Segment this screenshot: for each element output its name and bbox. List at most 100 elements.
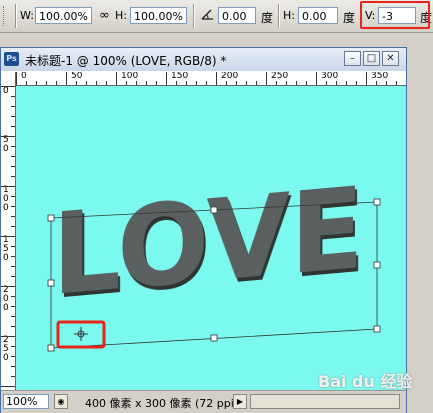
ruler-tick <box>26 81 27 85</box>
angle-unit: 度 <box>261 11 274 25</box>
ruler-tick <box>76 81 77 85</box>
document-title: 未标题-1 @ 100% (LOVE, RGB/8) * <box>25 54 227 68</box>
document-size-info: 400 像素 x 300 像素 (72 ppi) <box>85 397 239 410</box>
options-bar: W: 100.00% ∞ H: 100.00% 0.00 度 H: 0.00 度… <box>0 0 433 33</box>
maximize-button[interactable]: □ <box>363 51 380 66</box>
horizontal-scrollbar[interactable] <box>250 394 400 409</box>
ruler-tick <box>46 81 47 85</box>
minimize-button[interactable]: – <box>344 51 361 66</box>
love-text-layer[interactable]: LOVE <box>52 164 364 321</box>
ruler-tick <box>366 72 367 85</box>
ruler-tick <box>11 226 15 227</box>
divider <box>193 4 194 28</box>
ruler-tick <box>1 236 15 237</box>
ruler-tick <box>11 156 15 157</box>
ruler-tick <box>276 81 277 85</box>
ruler-tick <box>226 81 227 85</box>
ruler-label: 5 0 <box>3 135 9 154</box>
ruler-label: 0 <box>21 72 27 81</box>
ruler-tick <box>11 216 15 217</box>
width-field[interactable]: 100.00% <box>35 7 92 24</box>
document-window: Ps 未标题-1 @ 100% (LOVE, RGB/8) * – □ ✕ 0 … <box>0 47 407 413</box>
ruler-tick <box>156 81 157 85</box>
canvas-artwork: LOVE <box>47 164 381 352</box>
ruler-tick <box>11 356 15 357</box>
transform-handle[interactable] <box>373 198 381 206</box>
ruler-tick <box>1 86 15 87</box>
horizontal-ruler[interactable]: 0 50 100 150 200 250 300 350 <box>15 72 406 86</box>
ruler-tick <box>1 336 15 337</box>
ruler-tick <box>286 81 287 85</box>
ruler-tick <box>36 81 37 85</box>
angle-icon <box>201 8 214 23</box>
ruler-tick <box>266 72 267 85</box>
transform-handle[interactable] <box>47 214 55 222</box>
ruler-tick <box>11 276 15 277</box>
status-arrow-icon[interactable]: ▶ <box>233 394 247 409</box>
ruler-tick <box>216 72 217 85</box>
toolbar-grip[interactable] <box>3 6 7 26</box>
reference-point-icon[interactable] <box>74 327 88 341</box>
ruler-tick <box>246 81 247 85</box>
ruler-tick <box>336 81 337 85</box>
ruler-tick <box>11 246 15 247</box>
ruler-tick <box>11 176 15 177</box>
ruler-tick <box>196 81 197 85</box>
ruler-tick <box>11 196 15 197</box>
divider <box>278 4 279 28</box>
ruler-label: 200 <box>221 72 239 81</box>
height-field[interactable]: 100.00% <box>130 7 187 24</box>
transform-handle[interactable] <box>210 334 218 342</box>
h-skew-label: H: <box>283 9 295 22</box>
transform-handle[interactable] <box>47 279 55 287</box>
ruler-tick <box>11 266 15 267</box>
zoom-field[interactable]: 100% <box>3 394 49 409</box>
status-menu-icon[interactable]: ◉ <box>54 394 68 409</box>
ruler-tick <box>186 81 187 85</box>
ruler-label: 100 <box>121 72 139 81</box>
ruler-label: 2 0 0 <box>3 285 9 313</box>
ruler-tick <box>11 116 15 117</box>
v-skew-highlight <box>360 1 430 29</box>
ruler-tick <box>386 81 387 85</box>
ruler-tick <box>96 81 97 85</box>
vertical-ruler[interactable]: 0 5 0 1 0 0 1 5 0 2 0 0 2 5 0 <box>1 72 16 390</box>
rotate-angle-field[interactable]: 0.00 <box>218 7 256 24</box>
document-title-bar[interactable]: Ps 未标题-1 @ 100% (LOVE, RGB/8) * – □ ✕ <box>1 48 406 71</box>
ruler-tick <box>11 166 15 167</box>
transform-handle[interactable] <box>47 344 55 352</box>
close-button[interactable]: ✕ <box>382 51 399 66</box>
ruler-tick <box>1 136 15 137</box>
canvas[interactable]: LOVE <box>16 86 406 390</box>
ruler-label: 50 <box>71 72 83 81</box>
h-skew-field[interactable]: 0.00 <box>298 7 338 24</box>
height-label: H: <box>115 9 127 22</box>
ruler-tick <box>296 81 297 85</box>
ruler-label: 250 <box>271 72 289 81</box>
photoshop-icon: Ps <box>4 52 19 66</box>
ruler-tick <box>326 81 327 85</box>
ruler-tick <box>11 96 15 97</box>
ruler-label: 2 5 0 <box>3 335 9 363</box>
ruler-tick <box>11 306 15 307</box>
ruler-tick <box>16 72 17 85</box>
ruler-tick <box>106 81 107 85</box>
ruler-label: 0 <box>3 86 9 96</box>
ruler-tick <box>176 81 177 85</box>
transform-handle[interactable] <box>210 206 218 214</box>
ruler-tick <box>11 316 15 317</box>
transform-handle[interactable] <box>373 325 381 333</box>
ruler-tick <box>236 81 237 85</box>
ruler-tick <box>356 81 357 85</box>
ruler-tick <box>136 81 137 85</box>
ruler-label: 350 <box>371 72 389 81</box>
link-icon[interactable]: ∞ <box>99 8 110 23</box>
ruler-tick <box>306 81 307 85</box>
ruler-tick <box>11 146 15 147</box>
transform-handle[interactable] <box>373 261 381 269</box>
ruler-tick <box>396 81 397 85</box>
ruler-tick <box>376 81 377 85</box>
ruler-tick <box>11 366 15 367</box>
ruler-label: 1 5 0 <box>3 235 9 263</box>
ruler-tick <box>11 106 15 107</box>
